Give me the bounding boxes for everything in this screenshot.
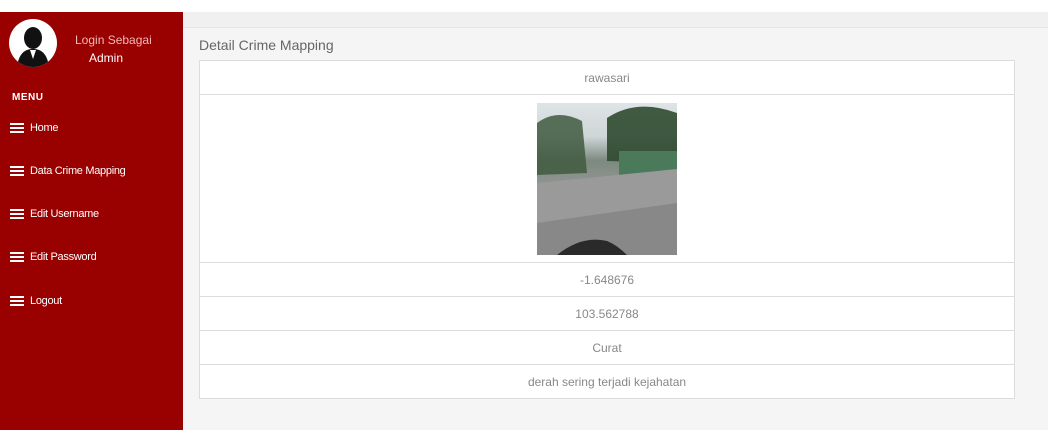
sidebar-item-label: Edit Password — [30, 251, 97, 263]
photo-cell — [199, 94, 1015, 263]
sidebar-item-data-crime-mapping[interactable]: Data Crime Mapping — [10, 160, 126, 182]
main-content: Detail Crime Mapping rawasari -1.648676 … — [183, 28, 1048, 430]
description-cell: derah sering terjadi kejahatan — [199, 364, 1015, 399]
location-cell: rawasari — [199, 60, 1015, 95]
sidebar-item-logout[interactable]: Logout — [10, 290, 62, 312]
login-username: Admin — [89, 51, 124, 65]
longitude-cell: 103.562788 — [199, 296, 1015, 331]
table-row: derah sering terjadi kejahatan — [199, 364, 1015, 399]
avatar — [9, 19, 57, 67]
sidebar-item-label: Home — [30, 122, 59, 134]
sidebar-item-edit-username[interactable]: Edit Username — [10, 203, 99, 225]
sidebar-item-label: Data Crime Mapping — [30, 165, 126, 177]
list-icon — [10, 295, 24, 307]
detail-table: rawasari -1.648676 103.562788 Curat dera… — [199, 60, 1015, 399]
table-row — [199, 94, 1015, 263]
table-row: rawasari — [199, 60, 1015, 95]
table-row: -1.648676 — [199, 262, 1015, 297]
sidebar-item-home[interactable]: Home — [10, 117, 58, 139]
user-profile: Login Sebagai Admin — [9, 19, 179, 79]
latitude-cell: -1.648676 — [199, 262, 1015, 297]
list-icon — [10, 122, 24, 134]
table-row: 103.562788 — [199, 296, 1015, 331]
login-label: Login Sebagai — [75, 33, 152, 47]
table-row: Curat — [199, 330, 1015, 365]
menu-header: MENU — [12, 92, 44, 103]
crime-location-photo — [537, 102, 677, 255]
photo-scene-icon — [537, 106, 677, 255]
top-bar — [183, 12, 1048, 28]
list-icon — [10, 251, 24, 263]
category-cell: Curat — [199, 330, 1015, 365]
sidebar: Login Sebagai Admin MENU Home Data Crime… — [0, 12, 183, 430]
user-avatar-icon — [17, 27, 49, 67]
sidebar-item-label: Logout — [30, 295, 62, 307]
list-icon — [10, 208, 24, 220]
list-icon — [10, 165, 24, 177]
page-title: Detail Crime Mapping — [199, 37, 334, 53]
sidebar-item-edit-password[interactable]: Edit Password — [10, 246, 97, 268]
sidebar-item-label: Edit Username — [30, 208, 99, 220]
